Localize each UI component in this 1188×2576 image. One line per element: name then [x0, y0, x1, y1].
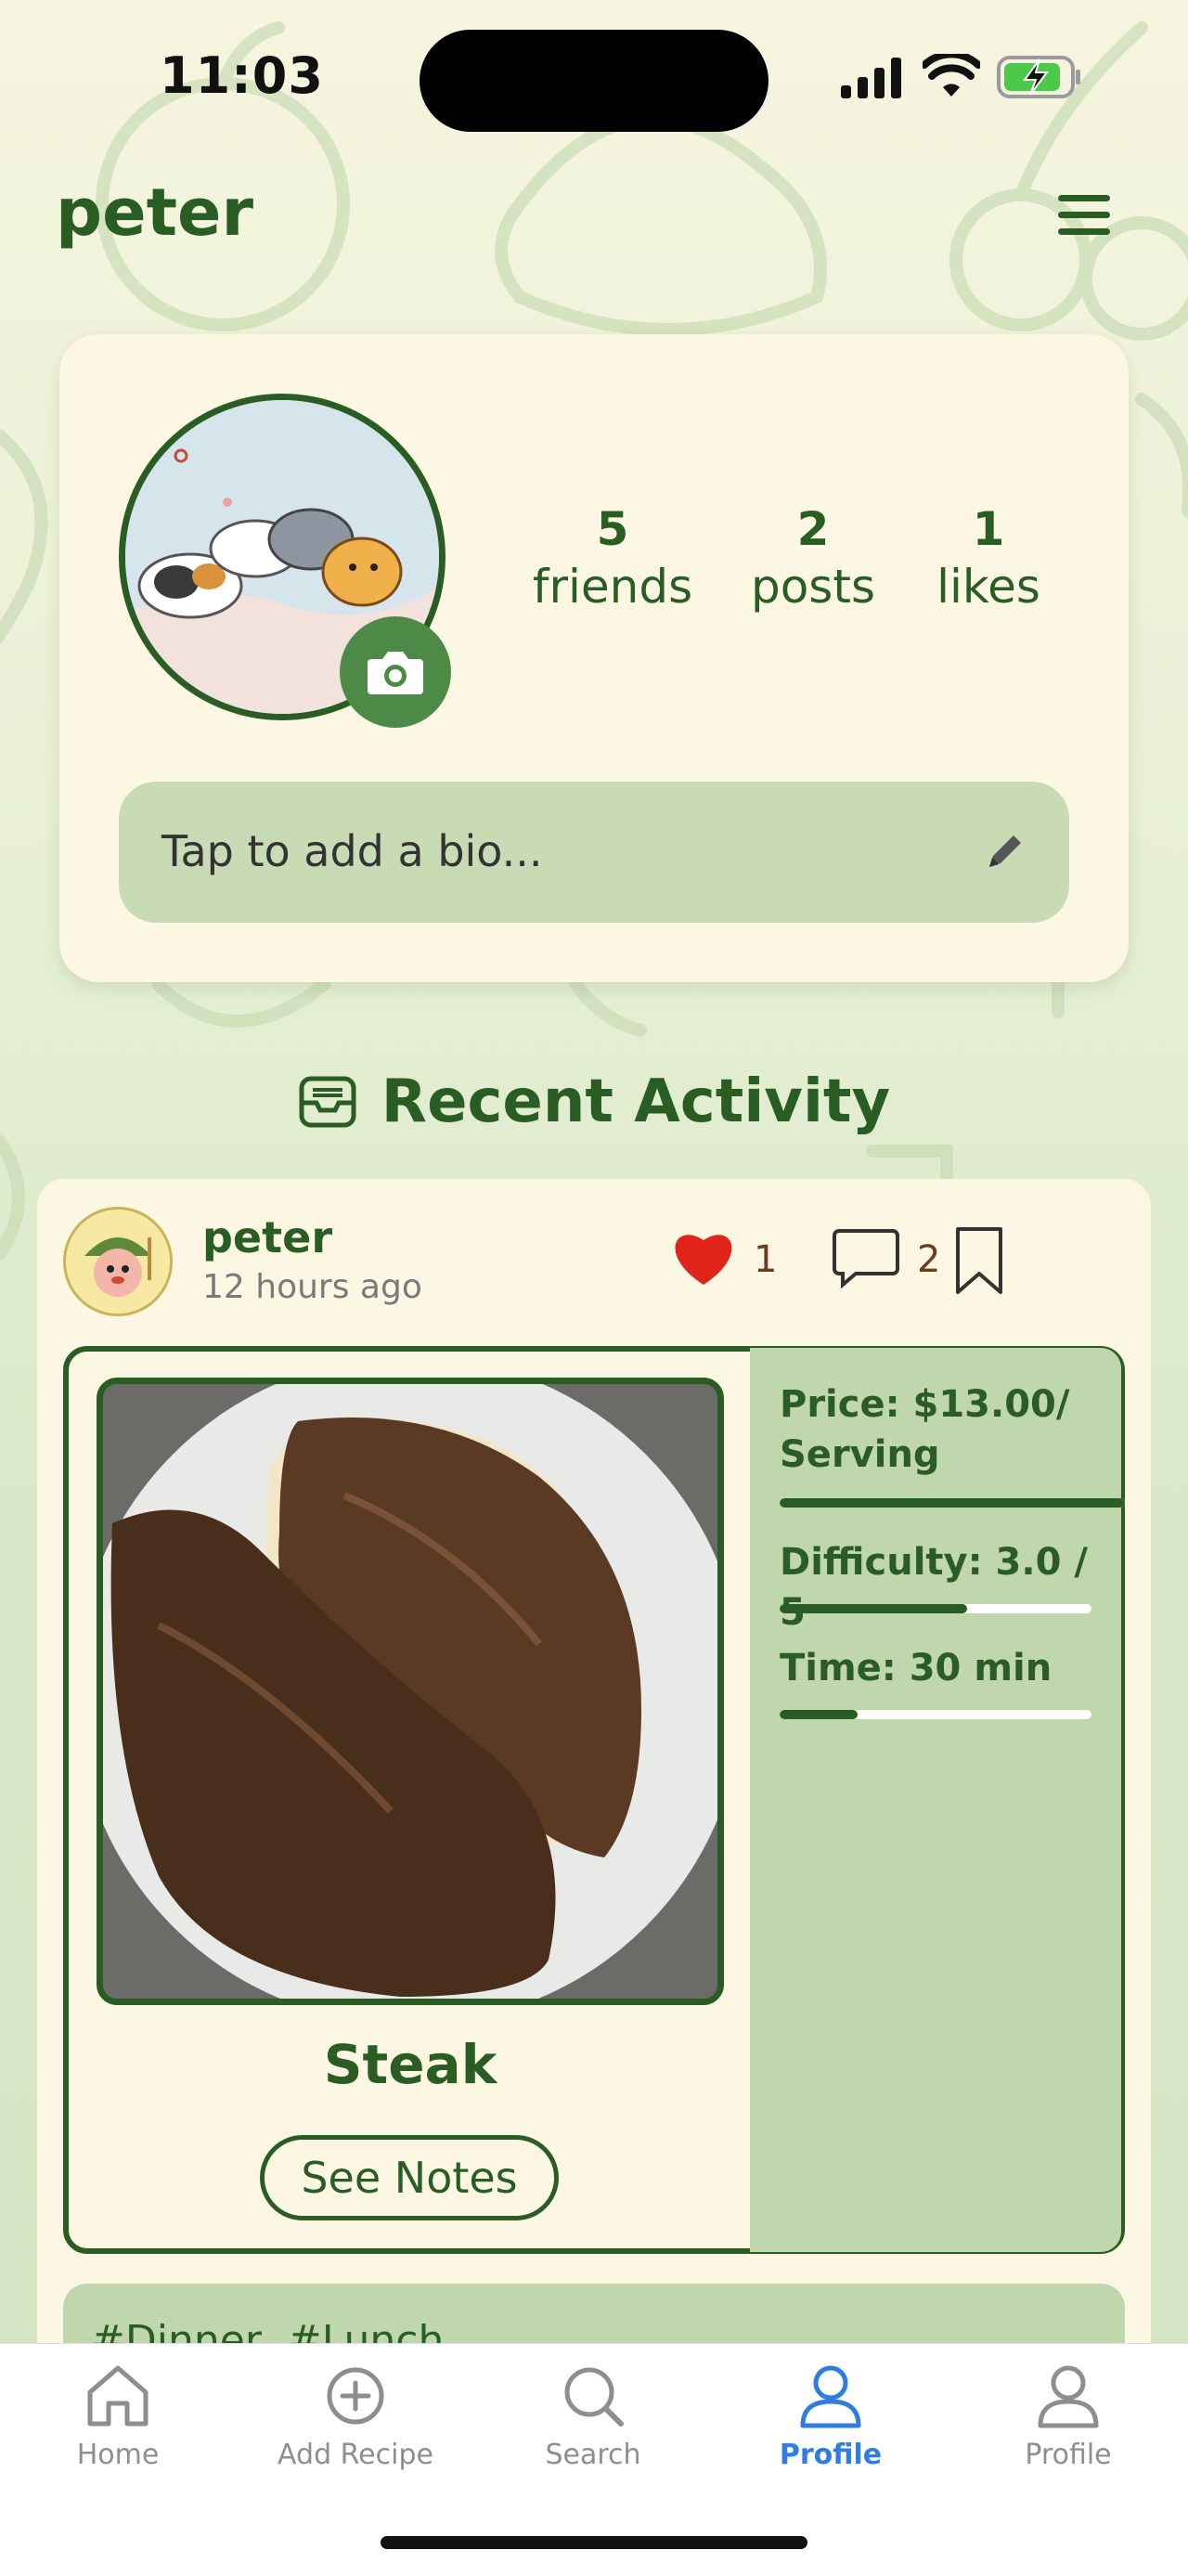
heart-icon[interactable]: [670, 1227, 737, 1288]
tab-home-label: Home: [76, 2439, 160, 2471]
tab-profile-secondary[interactable]: Profile: [957, 2362, 1180, 2471]
pencil-icon: [989, 835, 1021, 867]
recent-activity-title: Recent Activity: [381, 1068, 891, 1136]
profile-username: peter: [56, 175, 254, 251]
recipe-photo[interactable]: [97, 1378, 724, 2005]
avatar-character-illustration: [66, 1210, 170, 1314]
post-author-avatar[interactable]: [63, 1207, 173, 1316]
battery-charging-icon: [997, 56, 1080, 98]
tab-profile-active[interactable]: Profile: [719, 2362, 942, 2471]
price-metric: Price: $13.00/ Serving: [780, 1383, 1070, 1476]
tab-add-recipe-label: Add Recipe: [278, 2439, 433, 2471]
person-icon: [1038, 2365, 1099, 2428]
wifi-icon: [923, 54, 980, 97]
difficulty-bar: [780, 1604, 1091, 1613]
time-bar-fill: [780, 1710, 858, 1719]
status-bar: 11:03: [0, 0, 1188, 158]
home-indicator: [381, 2536, 807, 2549]
bio-field[interactable]: Tap to add a bio...: [119, 782, 1069, 923]
dynamic-island: [420, 30, 768, 132]
recipe-metrics-panel: [750, 1348, 1121, 2252]
recent-activity-header: Recent Activity: [0, 1068, 1188, 1136]
likes-count: 1: [972, 502, 1005, 556]
friends-label: friends: [532, 560, 693, 614]
steak-photo-illustration: [103, 1384, 717, 1999]
post-comment-count: 2: [917, 1238, 941, 1281]
plus-circle-icon: [327, 2367, 384, 2425]
cellular-signal-icon: [841, 58, 901, 98]
camera-icon: [368, 652, 423, 694]
change-photo-button[interactable]: [340, 616, 451, 728]
bio-placeholder: Tap to add a bio...: [161, 826, 543, 876]
likes-label: likes: [936, 560, 1040, 614]
tab-home[interactable]: Home: [6, 2362, 229, 2471]
status-time: 11:03: [160, 46, 324, 105]
search-icon: [564, 2367, 624, 2427]
hamburger-icon-line: [1058, 228, 1110, 235]
stat-posts[interactable]: 2 posts: [730, 501, 897, 616]
menu-button[interactable]: [1058, 195, 1110, 236]
bookmark-icon[interactable]: [952, 1225, 1006, 1296]
time-metric: Time: 30 min: [780, 1647, 1052, 1689]
post-timestamp: 12 hours ago: [202, 1268, 422, 1306]
hamburger-icon-line: [1058, 212, 1110, 218]
comment-icon[interactable]: [832, 1227, 900, 1288]
time-bar: [780, 1710, 1091, 1719]
stat-likes[interactable]: 1 likes: [919, 501, 1058, 616]
tab-add-recipe[interactable]: Add Recipe: [244, 2362, 467, 2471]
post-like-count: 1: [754, 1238, 778, 1281]
inbox-icon: [299, 1076, 356, 1128]
tab-profile-secondary-label: Profile: [1025, 2439, 1112, 2471]
price-bar-fill: [780, 1498, 1125, 1508]
difficulty-bar-fill: [780, 1604, 967, 1613]
stat-friends[interactable]: 5 friends: [520, 501, 705, 616]
posts-count: 2: [796, 502, 830, 556]
difficulty-metric: Difficulty: 3.0 / 5: [780, 1541, 1088, 1634]
person-icon: [800, 2365, 861, 2428]
post-author-name[interactable]: peter: [202, 1212, 332, 1262]
posts-label: posts: [750, 560, 876, 614]
recipe-name: Steak: [323, 2033, 497, 2096]
price-bar: [780, 1498, 1125, 1508]
home-icon: [87, 2365, 148, 2427]
tab-search[interactable]: Search: [482, 2362, 704, 2471]
see-notes-button[interactable]: See Notes: [260, 2135, 559, 2220]
tab-search-label: Search: [545, 2439, 641, 2471]
tab-profile-label: Profile: [779, 2439, 883, 2471]
friends-count: 5: [596, 502, 629, 556]
hamburger-icon-line: [1058, 195, 1110, 201]
